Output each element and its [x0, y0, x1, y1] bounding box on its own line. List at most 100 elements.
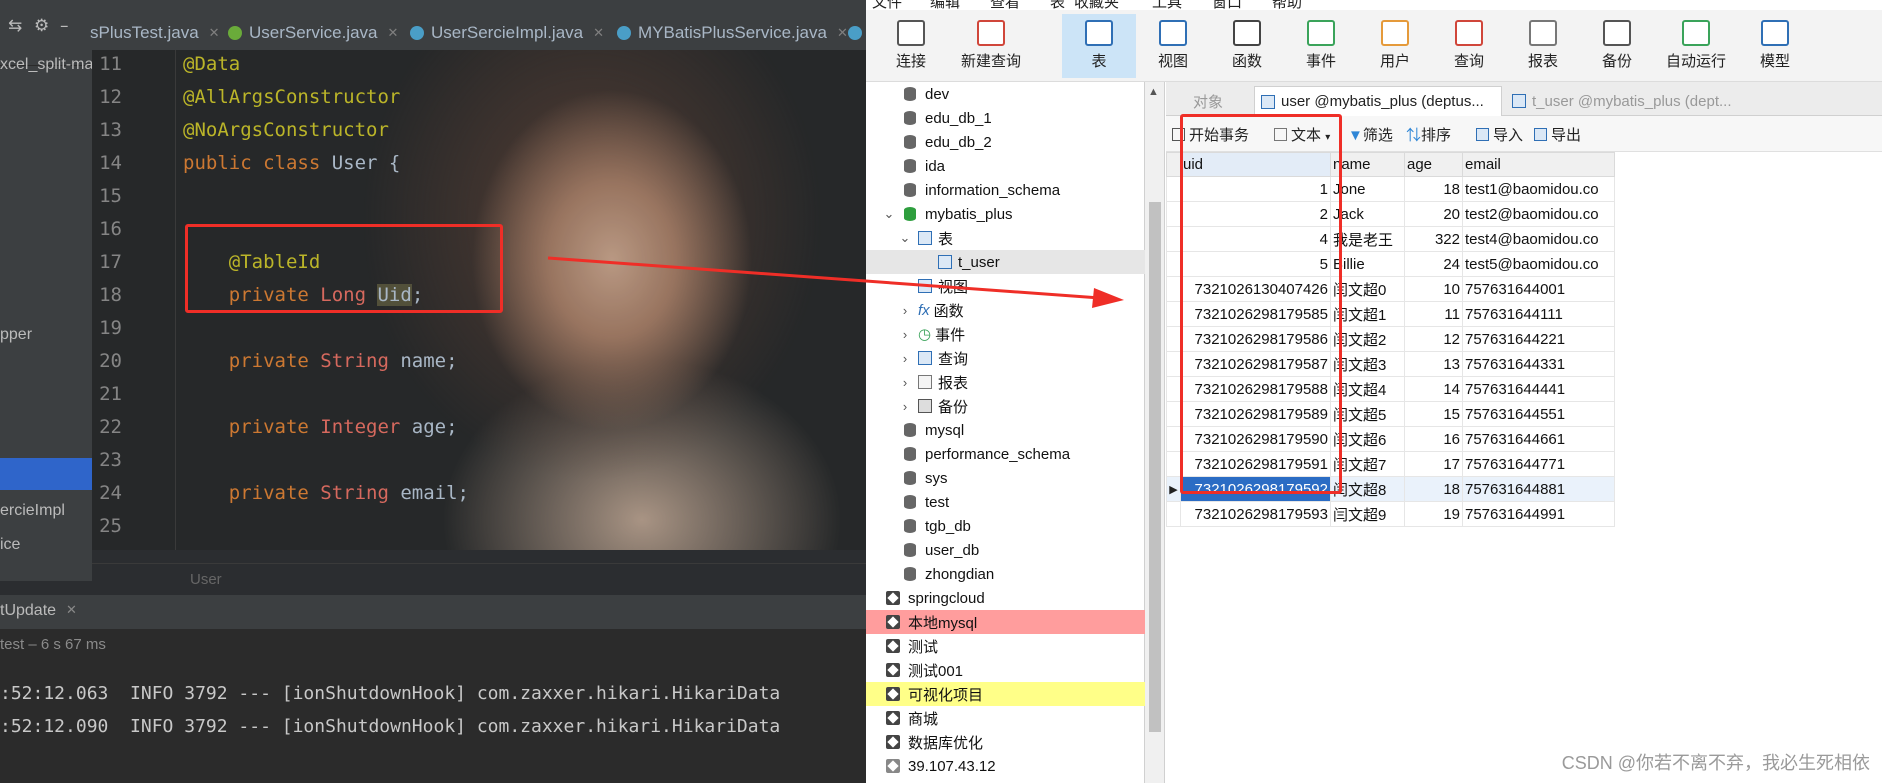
data-grid[interactable]: uid name age email 1 Jone 18 test1@baomidou…	[1166, 152, 1615, 527]
tree-scrollbar[interactable]: ▲	[1145, 82, 1165, 783]
row-marker[interactable]	[1166, 376, 1181, 402]
tree-connection[interactable]: 39.107.43.12	[866, 754, 1145, 778]
table-row[interactable]: 7321026130407426 闫文超0 10 757631644001	[1166, 276, 1615, 302]
grid-cell-email[interactable]: 757631644881	[1462, 476, 1615, 502]
chevron-down-icon[interactable]: ⌄	[898, 230, 912, 246]
grid-cell-email[interactable]: test5@baomidou.co	[1462, 251, 1615, 277]
import-button[interactable]: 导入	[1476, 124, 1523, 145]
tree-database[interactable]: edu_db_2	[866, 130, 1145, 154]
scroll-up-icon[interactable]: ▲	[1148, 86, 1159, 98]
tree-database[interactable]: sys	[866, 466, 1145, 490]
chevron-right-icon[interactable]: ›	[898, 327, 912, 342]
row-marker[interactable]	[1166, 301, 1181, 327]
view-button[interactable]: 视图	[1136, 14, 1210, 78]
grid-cell-uid[interactable]: 7321026298179592	[1180, 476, 1331, 502]
row-marker[interactable]	[1166, 401, 1181, 427]
grid-cell-age[interactable]: 16	[1404, 426, 1463, 452]
grid-cell-email[interactable]: 757631644661	[1462, 426, 1615, 452]
grid-cell-uid[interactable]: 7321026298179591	[1180, 451, 1331, 477]
tree-database[interactable]: tgb_db	[866, 514, 1145, 538]
table-row[interactable]: 7321026298179589 闫文超5 15 757631644551	[1166, 401, 1615, 427]
table-row[interactable]: 7321026298179591 闫文超7 17 757631644771	[1166, 451, 1615, 477]
menu-item[interactable]: 查看	[990, 0, 1020, 10]
grid-cell-uid[interactable]: 7321026298179586	[1180, 326, 1331, 352]
grid-cell-uid[interactable]: 5	[1180, 251, 1331, 277]
function-button[interactable]: 函数	[1210, 14, 1284, 78]
model-button[interactable]: 模型	[1738, 14, 1812, 78]
row-marker[interactable]: ▶	[1166, 476, 1181, 502]
table-row[interactable]: 7321026298179590 闫文超6 16 757631644661	[1166, 426, 1615, 452]
menu-item[interactable]: 帮助	[1272, 0, 1302, 10]
grid-cell-email[interactable]: 757631644441	[1462, 376, 1615, 402]
grid-cell-email[interactable]: 757631644001	[1462, 276, 1615, 302]
grid-cell-age[interactable]: 20	[1404, 201, 1463, 227]
tab-t-user-table[interactable]: t_user @mybatis_plus (dept...	[1506, 86, 1756, 116]
tree-database[interactable]: edu_db_1	[866, 106, 1145, 130]
row-marker[interactable]	[1166, 251, 1181, 277]
event-button[interactable]: 事件	[1284, 14, 1358, 78]
table-row[interactable]: ▶ 7321026298179592 闫文超8 18 757631644881	[1166, 476, 1615, 502]
gear-icon[interactable]: ⚙	[34, 16, 49, 36]
chevron-right-icon[interactable]: ›	[898, 303, 912, 318]
sort-button[interactable]: ⇅排序	[1406, 124, 1451, 145]
grid-cell-name[interactable]: 闫文超7	[1330, 451, 1405, 477]
grid-cell-email[interactable]: test2@baomidou.co	[1462, 201, 1615, 227]
minimize-icon[interactable]: –	[60, 16, 69, 36]
tree-database-open[interactable]: ⌄ mybatis_plus	[866, 202, 1145, 226]
close-icon[interactable]: ✕	[837, 25, 848, 41]
project-item[interactable]: pper	[0, 326, 32, 344]
table-row[interactable]: 1 Jone 18 test1@baomidou.co	[1166, 176, 1615, 202]
close-icon[interactable]: ✕	[66, 603, 77, 618]
column-header[interactable]: name	[1330, 152, 1405, 177]
row-marker[interactable]	[1166, 201, 1181, 227]
connect-button[interactable]: 连接	[874, 14, 948, 78]
tree-database[interactable]: dev	[866, 82, 1145, 106]
project-selected-row[interactable]	[0, 458, 92, 490]
chevron-right-icon[interactable]: ›	[898, 351, 912, 366]
export-button[interactable]: 导出	[1534, 124, 1581, 145]
report-button[interactable]: 报表	[1506, 14, 1580, 78]
table-row[interactable]: 2 Jack 20 test2@baomidou.co	[1166, 201, 1615, 227]
collapse-icon[interactable]: ⇆	[8, 16, 22, 36]
editor-tab-overflow[interactable]	[848, 16, 866, 50]
grid-cell-age[interactable]: 15	[1404, 401, 1463, 427]
project-item[interactable]: ice	[0, 536, 20, 554]
column-header[interactable]: age	[1404, 152, 1463, 177]
chevron-right-icon[interactable]: ›	[898, 399, 912, 414]
grid-cell-name[interactable]: 闫文超4	[1330, 376, 1405, 402]
grid-cell-name[interactable]: 闫文超8	[1330, 476, 1405, 502]
grid-cell-uid[interactable]: 7321026298179589	[1180, 401, 1331, 427]
close-icon[interactable]: ✕	[209, 25, 220, 41]
row-marker[interactable]	[1166, 501, 1181, 527]
tree-group[interactable]: › 查询	[866, 346, 1145, 370]
code-editor[interactable]: 11 12 13 14 15 16 17 18 19 20 21 22 23 2…	[92, 50, 866, 550]
column-header[interactable]: email	[1462, 152, 1615, 177]
grid-cell-name[interactable]: Jack	[1330, 201, 1405, 227]
editor-tab[interactable]: UserService.java ✕	[228, 16, 398, 50]
filter-button[interactable]: ▼筛选	[1348, 124, 1393, 145]
grid-cell-email[interactable]: 757631644331	[1462, 351, 1615, 377]
chevron-right-icon[interactable]: ›	[898, 375, 912, 390]
table-row[interactable]: 7321026298179587 闫文超3 13 757631644331	[1166, 351, 1615, 377]
tree-connection[interactable]: 商城	[866, 706, 1145, 730]
grid-cell-uid[interactable]: 7321026298179587	[1180, 351, 1331, 377]
grid-cell-email[interactable]: 757631644551	[1462, 401, 1615, 427]
grid-cell-uid[interactable]: 2	[1180, 201, 1331, 227]
grid-cell-name[interactable]: 闫文超6	[1330, 426, 1405, 452]
grid-cell-age[interactable]: 18	[1404, 176, 1463, 202]
menu-item[interactable]: 文件	[872, 0, 902, 10]
grid-cell-name[interactable]: Jone	[1330, 176, 1405, 202]
tree-group[interactable]: › 备份	[866, 394, 1145, 418]
table-row[interactable]: 7321026298179586 闫文超2 12 757631644221	[1166, 326, 1615, 352]
editor-tab[interactable]: UserSercieImpl.java ✕	[410, 16, 604, 50]
tree-database[interactable]: information_schema	[866, 178, 1145, 202]
tree-group-tables[interactable]: ⌄ 表	[866, 226, 1145, 250]
menu-item[interactable]: 收藏夹	[1074, 0, 1119, 10]
tree-group[interactable]: › 报表	[866, 370, 1145, 394]
tree-database[interactable]: ida	[866, 154, 1145, 178]
editor-tab[interactable]: sPlusTest.java ✕	[90, 16, 220, 50]
grid-cell-age[interactable]: 13	[1404, 351, 1463, 377]
row-marker[interactable]	[1166, 276, 1181, 302]
grid-cell-age[interactable]: 19	[1404, 501, 1463, 527]
grid-cell-uid[interactable]: 4	[1180, 226, 1331, 252]
